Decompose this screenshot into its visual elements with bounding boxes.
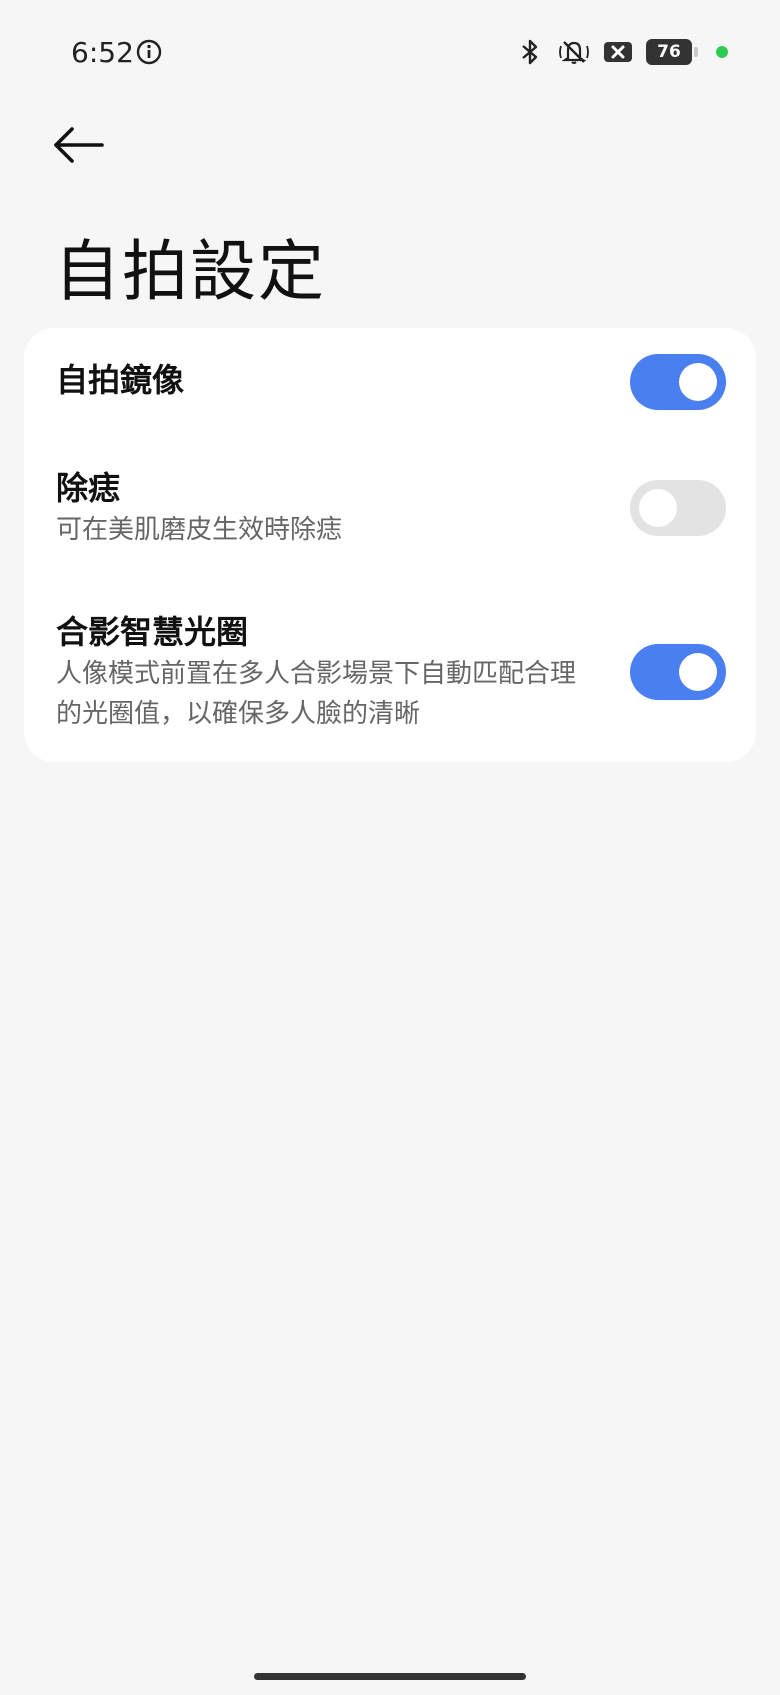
- back-button[interactable]: [48, 120, 108, 170]
- toggle-knob: [639, 489, 677, 527]
- muted-bell-icon: [559, 41, 589, 64]
- page-title: 自拍設定: [54, 233, 326, 310]
- status-bar: 6:52 76: [0, 0, 780, 110]
- status-time: 6:52: [71, 36, 134, 69]
- setting-description-line: 人像模式前置在多人合影場景下自動匹配合理: [56, 659, 577, 689]
- group-smart-aperture-toggle[interactable]: [630, 644, 726, 700]
- status-icons: 76: [514, 36, 728, 68]
- arrow-left-icon: [54, 127, 104, 163]
- battery-level: 76: [657, 42, 681, 62]
- info-icon: [136, 39, 162, 65]
- setting-title: 自拍鏡像: [56, 361, 185, 399]
- setting-title: 除痣: [56, 469, 121, 507]
- toggle-knob: [679, 653, 717, 691]
- toggle-knob: [679, 363, 717, 401]
- setting-description: 可在美肌磨皮生效時除痣: [56, 515, 343, 545]
- home-indicator[interactable]: [254, 1673, 526, 1680]
- selfie-mirror-toggle[interactable]: [630, 354, 726, 410]
- mole-removal-toggle[interactable]: [630, 480, 726, 536]
- setting-description: 人像模式前置在多人合影場景下自動匹配合理 的光圈值，以確保多人臉的清晰: [56, 654, 586, 734]
- privacy-dot-icon: [716, 46, 728, 58]
- settings-card: 自拍鏡像 除痣 可在美肌磨皮生效時除痣 合影智慧光圈 人像模式前置在多人合影場景…: [24, 328, 756, 762]
- bluetooth-icon: [522, 39, 538, 65]
- setting-title: 合影智慧光圈: [56, 613, 249, 651]
- no-sim-icon: [604, 42, 632, 62]
- battery-icon: 76: [646, 39, 698, 65]
- setting-description-line: 的光圈值，以確保多人臉的清晰: [56, 699, 421, 729]
